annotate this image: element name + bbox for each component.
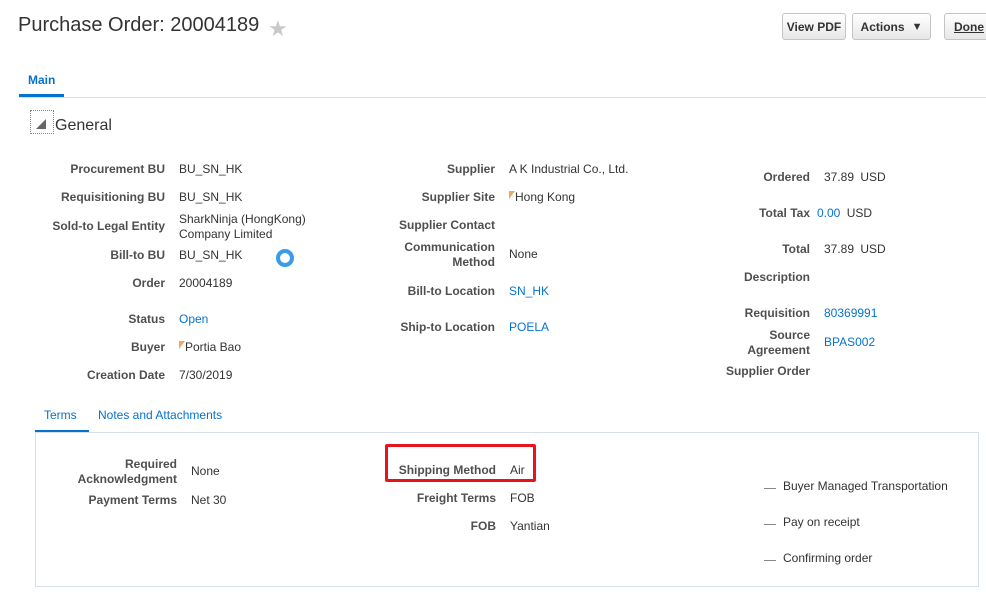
loading-spinner-icon [276, 249, 294, 267]
creation-date-label: Creation Date [86, 368, 165, 382]
ordered-label: Ordered [763, 170, 810, 184]
tab-main[interactable]: Main [28, 73, 55, 87]
required-acknowledgment-label-line1: Required [124, 457, 177, 471]
highlight-box [385, 444, 536, 482]
required-acknowledgment-value: None [191, 464, 220, 478]
bill-to-bu-value: BU_SN_HK [179, 248, 243, 262]
buyer-name: Portia Bao [185, 340, 242, 354]
supplier-value: A K Industrial Co., Ltd. [509, 162, 629, 176]
ship-to-location-label: Ship-to Location [400, 320, 495, 334]
freight-terms-value: FOB [510, 491, 535, 505]
total-tax-label: Total Tax [759, 206, 810, 220]
requisitioning-bu-label: Requisitioning BU [61, 190, 165, 204]
status-link[interactable]: Open [179, 312, 208, 327]
triangle-down-icon [36, 119, 46, 129]
ship-to-location-link[interactable]: POELA [509, 320, 549, 335]
source-agreement-link[interactable]: BPAS002 [824, 335, 875, 350]
tab-notes-and-attachments[interactable]: Notes and Attachments [98, 408, 222, 422]
supplier-contact-label: Supplier Contact [398, 218, 495, 232]
required-acknowledgment-label-line2: Acknowledgment [77, 472, 177, 486]
page-title: Purchase Order: 20004189 [18, 14, 260, 36]
creation-date-value: 7/30/2019 [179, 368, 233, 382]
total-value: 37.89 USD [824, 242, 886, 257]
buyer-value[interactable]: Portia Bao [179, 340, 241, 355]
procurement-bu-label: Procurement BU [70, 162, 165, 176]
payment-terms-label: Payment Terms [88, 493, 177, 507]
supplier-site-name: Hong Kong [515, 190, 576, 204]
status-label: Status [128, 312, 165, 326]
description-label: Description [743, 270, 810, 284]
supplier-label: Supplier [446, 162, 495, 176]
sold-to-legal-entity-value-line2: Company Limited [179, 227, 273, 241]
checkbox-confirming-order[interactable] [764, 560, 776, 561]
favorite-star-icon[interactable]: ★ [268, 16, 288, 42]
procurement-bu-value: BU_SN_HK [179, 162, 243, 176]
total-tax-currency: USD [846, 206, 873, 220]
ordered-value: 37.89 USD [824, 170, 886, 185]
source-agreement-label-line1: Source [769, 328, 810, 342]
tab-divider [19, 97, 986, 98]
communication-method-label-line1: Communication [404, 240, 495, 254]
ordered-amount: 37.89 [824, 170, 855, 184]
pay-on-receipt-label: Pay on receipt [783, 515, 860, 529]
actions-menu-button[interactable]: Actions ▼ [852, 13, 931, 40]
requisition-link[interactable]: 80369991 [824, 306, 877, 321]
fob-value: Yantian [510, 519, 550, 533]
buyer-label: Buyer [130, 340, 165, 354]
communication-method-value: None [509, 247, 538, 261]
total-label: Total [782, 242, 810, 256]
freight-terms-label: Freight Terms [416, 491, 496, 505]
ordered-currency: USD [860, 170, 886, 184]
view-pdf-label: View PDF [786, 19, 842, 34]
supplier-order-label: Supplier Order [725, 364, 810, 378]
order-value: 20004189 [179, 276, 233, 290]
requisitioning-bu-value: BU_SN_HK [179, 190, 243, 204]
sold-to-legal-entity-label: Sold-to Legal Entity [52, 219, 165, 233]
bill-to-bu-label: Bill-to BU [110, 248, 165, 262]
checkbox-pay-on-receipt[interactable] [764, 524, 776, 525]
source-agreement-label-line2: Agreement [747, 343, 810, 357]
checkbox-buyer-managed-transportation[interactable] [764, 488, 776, 489]
chevron-down-icon: ▼ [911, 20, 923, 33]
buyer-managed-transportation-label: Buyer Managed Transportation [783, 479, 948, 493]
bill-to-location-link[interactable]: SN_HK [509, 284, 549, 299]
tab-terms[interactable]: Terms [44, 408, 77, 422]
order-label: Order [132, 276, 165, 290]
total-tax-link[interactable]: 0.00 [817, 206, 840, 220]
supplier-site-value[interactable]: Hong Kong [509, 190, 575, 205]
communication-method-label-line2: Method [452, 255, 495, 269]
supplier-site-label: Supplier Site [421, 190, 495, 204]
total-tax-value: 0.00 USD [817, 206, 872, 221]
done-button[interactable]: Done [944, 13, 986, 40]
view-pdf-button[interactable]: View PDF [782, 13, 846, 40]
actions-label: Actions [860, 19, 905, 34]
section-title-general: General [55, 117, 112, 134]
total-currency: USD [860, 242, 886, 256]
bill-to-location-label: Bill-to Location [407, 284, 495, 298]
payment-terms-value: Net 30 [191, 493, 227, 507]
total-amount: 37.89 [824, 242, 855, 256]
done-label: Done [954, 19, 984, 34]
sold-to-legal-entity-value-line1: SharkNinja (HongKong) [179, 212, 306, 226]
requisition-label: Requisition [744, 306, 810, 320]
confirming-order-label: Confirming order [783, 551, 873, 565]
fob-label: FOB [470, 519, 496, 533]
